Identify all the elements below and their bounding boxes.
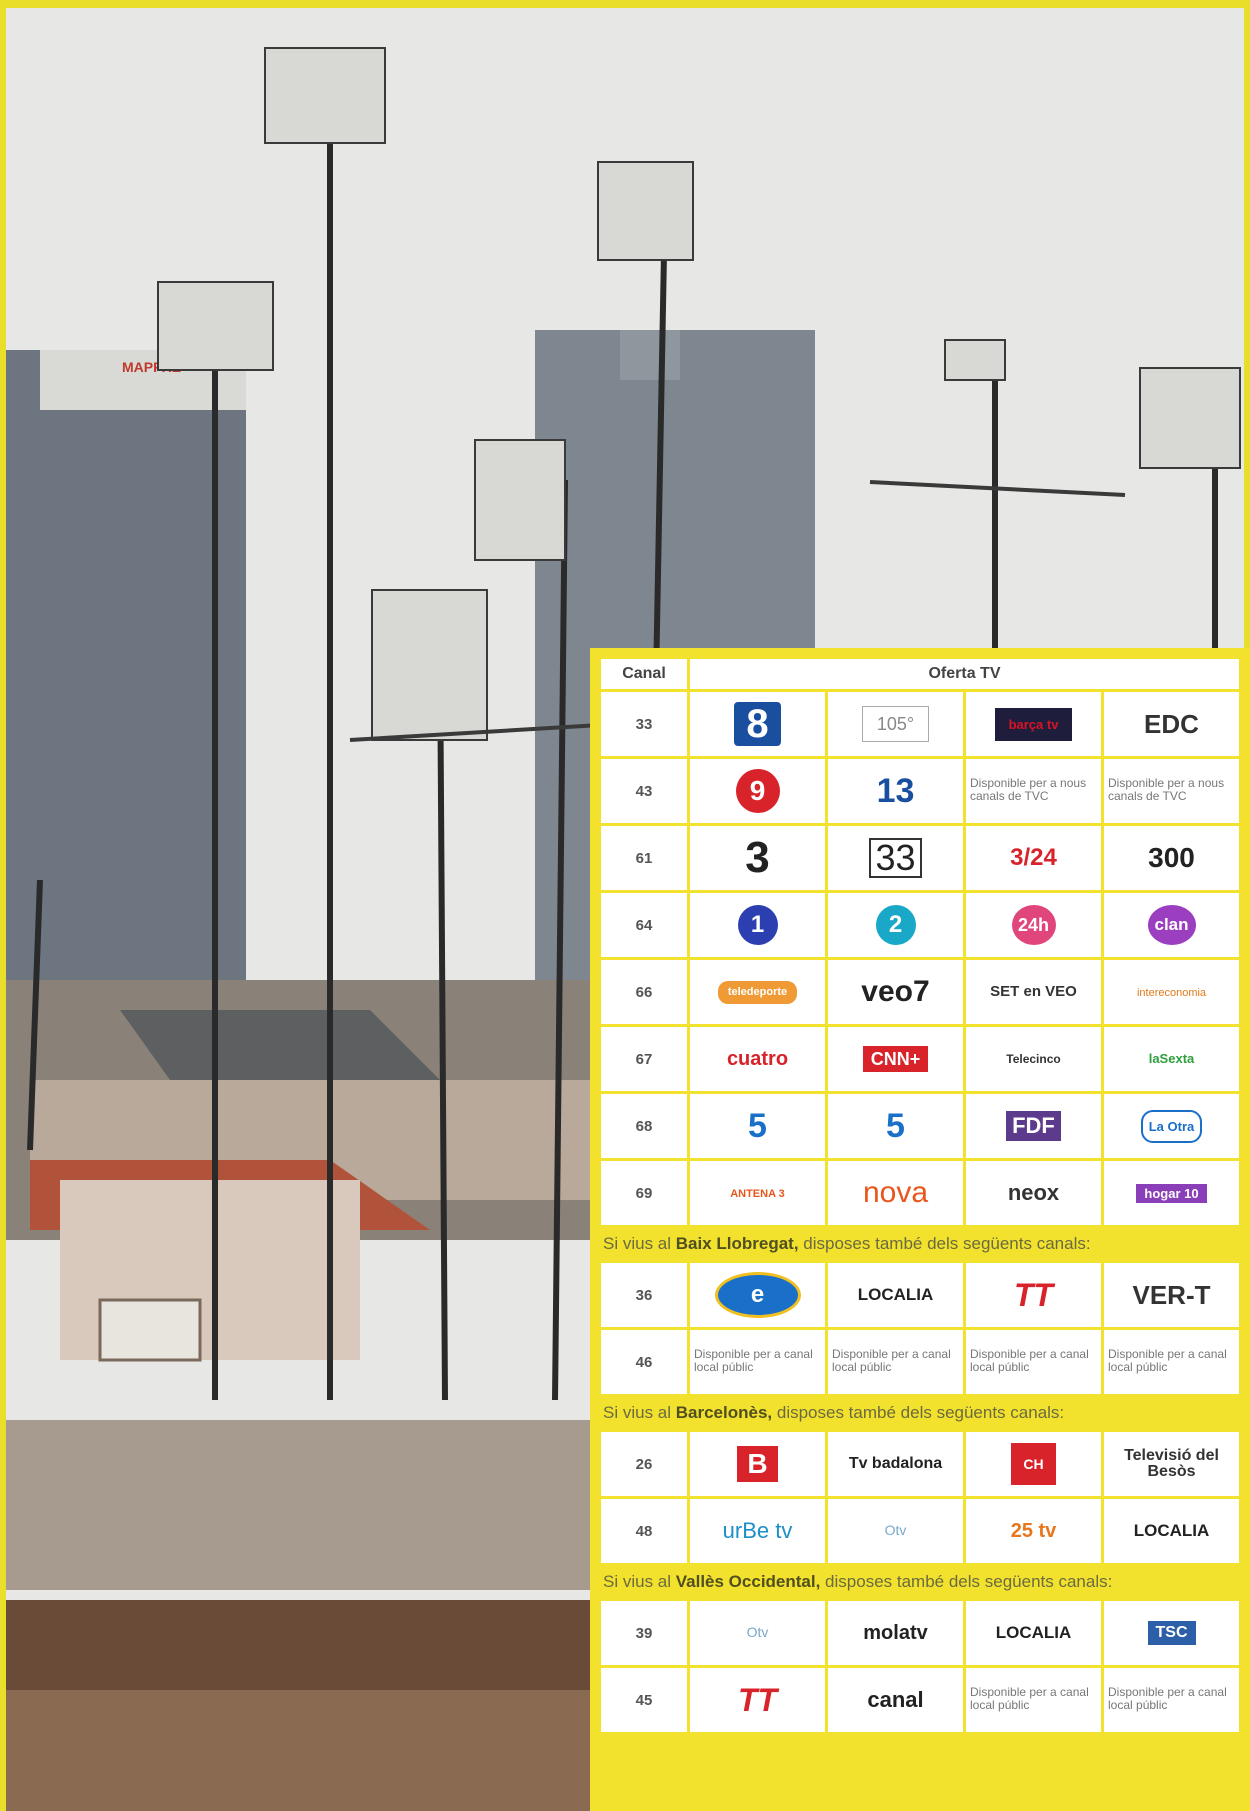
table-row: 45 TT canal Disponible per a canal local…: [601, 1668, 1239, 1732]
channel-number: 66: [601, 960, 687, 1024]
table-row: 39 Otv molatv LOCALIA TSC: [601, 1601, 1239, 1665]
logo-antena-3: ANTENA 3: [690, 1161, 825, 1225]
table-row: 61 3 33 3/24 300: [601, 826, 1239, 890]
logo-teletaxi: TT: [966, 1263, 1101, 1327]
placeholder-local: Disponible per a canal local públic: [966, 1330, 1101, 1394]
table-row: 46 Disponible per a canal local públic D…: [601, 1330, 1239, 1394]
table-row: 64 1 2 24h clan: [601, 893, 1239, 957]
logo-tv-badalona: Tv badalona: [828, 1432, 963, 1496]
logo-telecinco: Telecinco: [966, 1027, 1101, 1091]
channel-number: 61: [601, 826, 687, 890]
logo-la2: 2: [828, 893, 963, 957]
logo-13: 13: [828, 759, 963, 823]
channel-number: 43: [601, 759, 687, 823]
logo-105: 105°: [828, 692, 963, 756]
table-row: 26 B Tv badalona CH Televisió del Besòs: [601, 1432, 1239, 1496]
channel-number: 68: [601, 1094, 687, 1158]
section-heading-row: Si vius al Vallès Occidental, disposes t…: [601, 1566, 1239, 1598]
table-row: 43 9 13 Disponible per a nous canals de …: [601, 759, 1239, 823]
channel-number: 46: [601, 1330, 687, 1394]
logo-otv: Otv: [690, 1601, 825, 1665]
logo-e-tv: e: [690, 1263, 825, 1327]
logo-veo7: veo7: [828, 960, 963, 1024]
placeholder-local: Disponible per a canal local públic: [1104, 1330, 1239, 1394]
logo-telecinco-5-2: 5: [828, 1094, 963, 1158]
channel-table: Canal Oferta TV 33 8 105° barça tv EDC 4…: [598, 656, 1242, 1735]
channel-number: 26: [601, 1432, 687, 1496]
logo-la1: 1: [690, 893, 825, 957]
column-header-channel: Canal: [601, 659, 687, 689]
logo-btv: B: [690, 1432, 825, 1496]
logo-hogar-10: hogar 10: [1104, 1161, 1239, 1225]
channel-number: 36: [601, 1263, 687, 1327]
logo-nova: nova: [828, 1161, 963, 1225]
logo-edc: EDC: [1104, 692, 1239, 756]
logo-urbe-tv: urBe tv: [690, 1499, 825, 1563]
logo-intereconomia: intereconomia: [1104, 960, 1239, 1024]
logo-300: 300: [1104, 826, 1239, 890]
table-row: 67 cuatro CNN+ Telecinco laSexta: [601, 1027, 1239, 1091]
logo-324: 3/24: [966, 826, 1101, 890]
logo-tv3: 3: [690, 826, 825, 890]
section-heading-row: Si vius al Baix Llobregat, disposes tamb…: [601, 1228, 1239, 1260]
placeholder-local: Disponible per a canal local públic: [690, 1330, 825, 1394]
logo-25tv: 25 tv: [966, 1499, 1101, 1563]
logo-canal-9: 9: [690, 759, 825, 823]
table-row: 33 8 105° barça tv EDC: [601, 692, 1239, 756]
placeholder-local: Disponible per a canal local públic: [966, 1668, 1101, 1732]
logo-canal: canal: [828, 1668, 963, 1732]
table-row: 69 ANTENA 3 nova neox hogar 10: [601, 1161, 1239, 1225]
logo-la-otra: La Otra: [1104, 1094, 1239, 1158]
logo-localia: LOCALIA: [1104, 1499, 1239, 1563]
placeholder-tvc: Disponible per a nous canals de TVC: [1104, 759, 1239, 823]
section-heading-row: Si vius al Barcelonès, disposes també de…: [601, 1397, 1239, 1429]
logo-fdf: FDF: [966, 1094, 1101, 1158]
table-row: 48 urBe tv Otv 25 tv LOCALIA: [601, 1499, 1239, 1563]
section-heading: Si vius al Baix Llobregat, disposes tamb…: [603, 1234, 1091, 1253]
logo-ch: CH: [966, 1432, 1101, 1496]
logo-clan: clan: [1104, 893, 1239, 957]
channel-number: 48: [601, 1499, 687, 1563]
channel-number: 45: [601, 1668, 687, 1732]
logo-neox: neox: [966, 1161, 1101, 1225]
channel-table-panel: Canal Oferta TV 33 8 105° barça tv EDC 4…: [590, 648, 1250, 1811]
logo-cuatro: cuatro: [690, 1027, 825, 1091]
column-header-offer: Oferta TV: [690, 659, 1239, 689]
channel-number: 33: [601, 692, 687, 756]
logo-televisio-besos: Televisió del Besòs: [1104, 1432, 1239, 1496]
channel-number: 39: [601, 1601, 687, 1665]
table-header-row: Canal Oferta TV: [601, 659, 1239, 689]
placeholder-tvc: Disponible per a nous canals de TVC: [966, 759, 1101, 823]
logo-tsc: TSC: [1104, 1601, 1239, 1665]
section-heading: Si vius al Barcelonès, disposes també de…: [603, 1403, 1065, 1422]
logo-set-en-veo: SET en VEO: [966, 960, 1101, 1024]
logo-localia: LOCALIA: [966, 1601, 1101, 1665]
table-row: 68 5 5 FDF La Otra: [601, 1094, 1239, 1158]
channel-number: 67: [601, 1027, 687, 1091]
logo-teledeporte: teledeporte: [690, 960, 825, 1024]
logo-telecinco-5: 5: [690, 1094, 825, 1158]
placeholder-local: Disponible per a canal local públic: [828, 1330, 963, 1394]
channel-number: 69: [601, 1161, 687, 1225]
placeholder-local: Disponible per a canal local públic: [1104, 1668, 1239, 1732]
logo-otv: Otv: [828, 1499, 963, 1563]
table-row: 66 teledeporte veo7 SET en VEO interecon…: [601, 960, 1239, 1024]
logo-33: 33: [828, 826, 963, 890]
logo-localia: LOCALIA: [828, 1263, 963, 1327]
logo-lasexta: laSexta: [1104, 1027, 1239, 1091]
logo-ver-t: VER-T: [1104, 1263, 1239, 1327]
logo-barca-tv: barça tv: [966, 692, 1101, 756]
logo-8tv: 8: [690, 692, 825, 756]
table-row: 36 e LOCALIA TT VER-T: [601, 1263, 1239, 1327]
logo-teletaxi: TT: [690, 1668, 825, 1732]
mapfre-tower: MAPFRE: [6, 350, 246, 1010]
logo-24h: 24h: [966, 893, 1101, 957]
section-heading: Si vius al Vallès Occidental, disposes t…: [603, 1572, 1113, 1591]
channel-number: 64: [601, 893, 687, 957]
logo-molatv: molatv: [828, 1601, 963, 1665]
logo-cnn-plus: CNN+: [828, 1027, 963, 1091]
